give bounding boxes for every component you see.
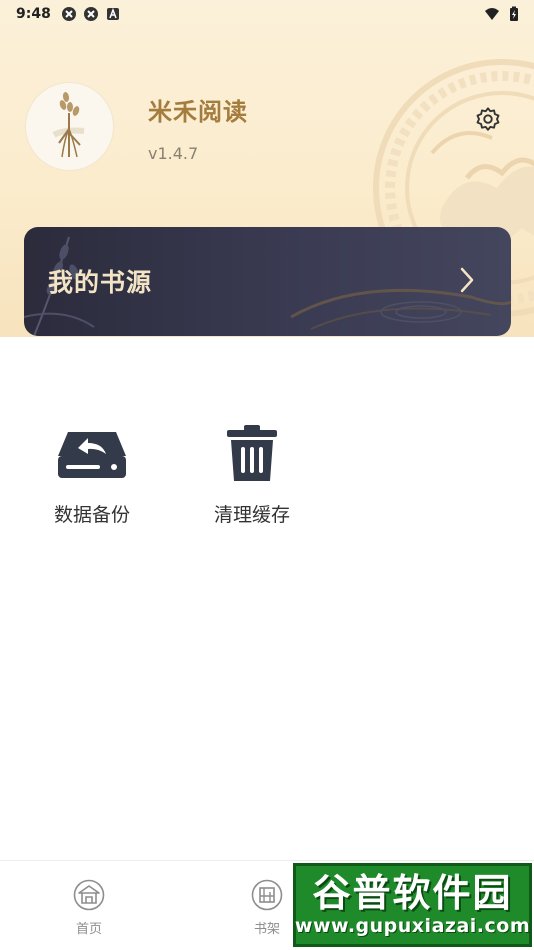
book-source-label: 我的书源 — [48, 268, 153, 297]
notification-a-icon — [106, 7, 119, 20]
status-time: 9:48 — [16, 6, 51, 22]
my-book-source-card[interactable]: 我的书源 — [24, 227, 511, 336]
nav-item-home[interactable]: 首页 — [44, 879, 134, 937]
bookshelf-icon — [251, 879, 283, 911]
gear-icon — [476, 107, 500, 131]
watermark-url: www.gupuxiazai.com — [294, 915, 531, 937]
site-watermark: 谷普软件园 www.gupuxiazai.com — [293, 863, 532, 947]
app-version: v1.4.7 — [148, 144, 199, 163]
clear-cache-label: 清理缓存 — [213, 504, 290, 526]
app-name: 米禾阅读 — [148, 97, 248, 126]
status-bar: 9:48 — [0, 0, 534, 28]
watermark-title: 谷普软件园 — [312, 871, 513, 915]
settings-button[interactable] — [472, 104, 504, 136]
battery-icon — [510, 6, 518, 21]
wifi-icon — [485, 8, 499, 20]
wheat-logo-icon — [26, 83, 113, 170]
data-backup-button[interactable]: 数据备份 — [37, 418, 147, 527]
clear-cache-button[interactable]: 清理缓存 — [197, 418, 307, 527]
home-pavilion-icon — [73, 879, 105, 911]
trash-icon — [227, 425, 277, 481]
chevron-right-icon — [460, 267, 474, 293]
notification-app-icon — [61, 7, 76, 21]
drive-backup-icon — [58, 432, 126, 478]
nav-label-home: 首页 — [75, 922, 102, 937]
notification-app-icon — [83, 7, 98, 21]
data-backup-label: 数据备份 — [53, 504, 130, 526]
app-avatar — [26, 83, 113, 170]
